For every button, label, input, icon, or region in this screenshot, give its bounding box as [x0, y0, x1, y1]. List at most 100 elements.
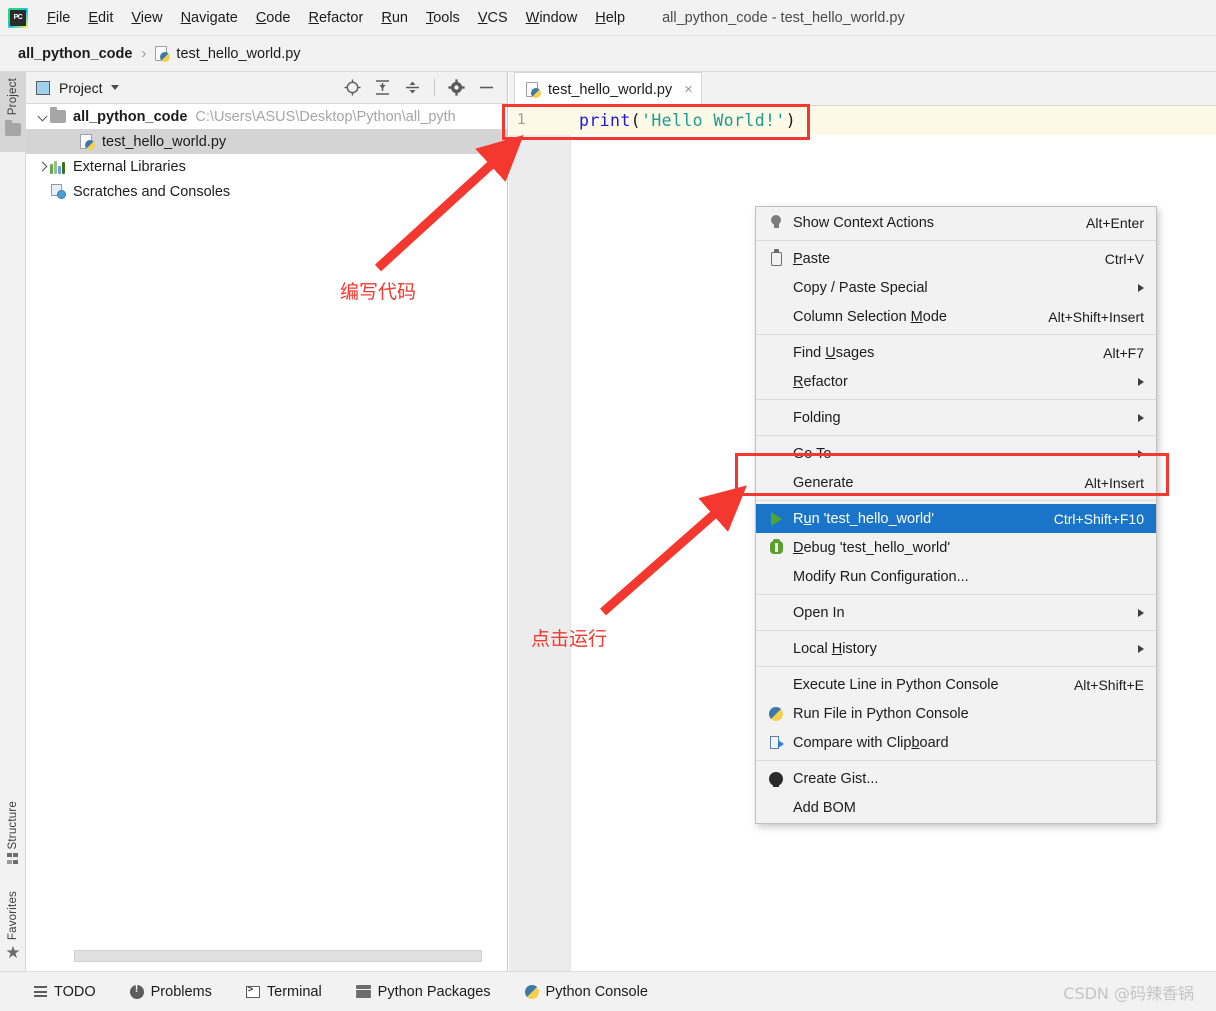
tree-row[interactable]: External Libraries: [26, 154, 507, 179]
close-icon[interactable]: ×: [684, 81, 693, 98]
chevron-down-icon[interactable]: [110, 85, 119, 90]
context-menu-item-folding[interactable]: Folding: [756, 403, 1156, 432]
context-menu-item-copy-paste-special[interactable]: Copy / Paste Special: [756, 273, 1156, 302]
context-menu-item-label: Open In: [793, 604, 845, 621]
star-icon: ★: [5, 943, 21, 963]
context-menu-item-shortcut: Alt+Enter: [1086, 214, 1144, 231]
breadcrumb-file[interactable]: test_hello_world.py: [155, 45, 301, 62]
editor-tab-test-hello-world[interactable]: test_hello_world.py ×: [514, 72, 702, 106]
bottom-tool-python-packages[interactable]: Python Packages: [355, 984, 491, 1000]
project-hscrollbar-thumb[interactable]: [74, 950, 482, 962]
gear-icon[interactable]: [448, 79, 465, 96]
bottom-tool-python-console[interactable]: Python Console: [524, 984, 648, 1000]
code-token-function: print: [579, 111, 631, 130]
context-menu-item-shortcut: Alt+Shift+E: [1073, 676, 1144, 693]
expand-all-icon[interactable]: [374, 79, 391, 96]
context-menu-item-shortcut: Ctrl+Shift+F10: [1053, 510, 1144, 527]
submenu-arrow-icon: [1138, 377, 1144, 386]
context-menu-item-go-to[interactable]: Go To: [756, 439, 1156, 468]
chevron-down-icon[interactable]: [34, 111, 50, 122]
tool-button-favorites[interactable]: Favorites ★: [0, 887, 26, 973]
context-menu-item-label: Generate: [793, 474, 854, 491]
context-menu-item-label: Create Gist...: [793, 770, 879, 787]
context-menu-item-label: Copy / Paste Special: [793, 279, 928, 296]
menu-item-edit[interactable]: Edit: [79, 7, 122, 29]
menu-item-vcs[interactable]: VCS: [469, 7, 517, 29]
code-line-1[interactable]: print('Hello World!'): [579, 106, 796, 135]
menu-item-code[interactable]: Code: [247, 7, 300, 29]
tree-row[interactable]: all_python_code C:\Users\ASUS\Desktop\Pyt…: [26, 104, 507, 129]
menu-item-navigate[interactable]: Navigate: [172, 7, 247, 29]
bottom-tool-todo[interactable]: TODO: [34, 984, 96, 1000]
menu-divider: [756, 630, 1156, 631]
menu-bar: FileEditViewNavigateCodeRefactorRunTools…: [0, 0, 1216, 36]
context-menu-item-refactor[interactable]: Refactor: [756, 367, 1156, 396]
menu-item-file[interactable]: File: [38, 7, 79, 29]
pycharm-window: FileEditViewNavigateCodeRefactorRunTools…: [0, 0, 1216, 1011]
code-token-open-paren: (: [630, 111, 642, 130]
context-menu-item-find-usages[interactable]: Find Usages Alt+F7: [756, 338, 1156, 367]
context-menu-item-local-history[interactable]: Local History: [756, 634, 1156, 663]
context-menu-item-modify-run-configuration[interactable]: Modify Run Configuration...: [756, 562, 1156, 591]
locate-icon[interactable]: [344, 79, 361, 96]
problems-icon: [129, 983, 144, 999]
menu-divider: [756, 594, 1156, 595]
tool-button-project[interactable]: Project: [0, 72, 26, 152]
bottom-tool-problems[interactable]: Problems: [129, 983, 212, 1000]
context-menu-item-execute-line-in-python-console[interactable]: Execute Line in Python Console Alt+Shift+…: [756, 670, 1156, 699]
context-menu-item-column-selection-mode[interactable]: Column Selection Mode Alt+Shift+Insert: [756, 302, 1156, 331]
context-menu-item-open-in[interactable]: Open In: [756, 598, 1156, 627]
context-menu-item-compare-with-clipboard[interactable]: Compare with Clipboard: [756, 728, 1156, 757]
context-menu-item-label: Local History: [793, 640, 877, 657]
context-menu-item-label: Execute Line in Python Console: [793, 676, 999, 693]
menu-divider: [756, 435, 1156, 436]
tool-button-structure[interactable]: Structure: [0, 797, 26, 875]
context-menu-item-create-gist[interactable]: Create Gist...: [756, 764, 1156, 793]
tree-row[interactable]: Scratches and Consoles: [26, 179, 507, 204]
line-number: 1: [517, 112, 526, 128]
context-menu-item-debug-test-hello-world[interactable]: Debug 'test_hello_world': [756, 533, 1156, 562]
context-menu-item-paste[interactable]: Paste Ctrl+V: [756, 244, 1156, 273]
debug-icon: [766, 538, 786, 554]
context-menu-item-shortcut: Ctrl+V: [1104, 250, 1144, 267]
context-menu-item-run-file-in-python-console[interactable]: Run File in Python Console: [756, 699, 1156, 728]
breadcrumb-project[interactable]: all_python_code: [18, 46, 132, 62]
project-tree: all_python_code C:\Users\ASUS\Desktop\Pyt…: [26, 104, 507, 204]
context-menu-item-label: Folding: [793, 409, 841, 426]
compare-icon: [769, 735, 784, 750]
context-menu-item-label: Go To: [793, 445, 832, 462]
context-menu-item-show-context-actions[interactable]: Show Context Actions Alt+Enter: [756, 208, 1156, 237]
context-menu-item-label: Column Selection Mode: [793, 308, 947, 325]
context-menu-item-label: Debug 'test_hello_world': [793, 539, 951, 556]
breadcrumb-separator: ›: [141, 45, 147, 62]
menu-item-tools[interactable]: Tools: [417, 7, 469, 29]
menu-item-window[interactable]: Window: [517, 7, 587, 29]
github-icon: [769, 771, 783, 787]
structure-icon: [6, 853, 20, 864]
editor-context-menu: Show Context Actions Alt+Enter Paste Ctrl+V…: [755, 206, 1157, 824]
menu-item-run[interactable]: Run: [372, 7, 417, 29]
menu-item-help[interactable]: Help: [586, 7, 634, 29]
context-menu-item-label: Paste: [793, 250, 831, 267]
todo-icon-wrap: [34, 986, 47, 997]
context-menu-item-generate[interactable]: Generate Alt+Insert: [756, 468, 1156, 497]
python-icon: [766, 706, 786, 721]
breadcrumb-file-label: test_hello_world.py: [176, 45, 301, 62]
annotation-click-run: 点击运行: [531, 628, 608, 650]
project-hscrollbar[interactable]: [26, 950, 507, 962]
chevron-right-icon[interactable]: [34, 161, 50, 172]
menu-item-refactor[interactable]: Refactor: [300, 7, 373, 29]
hide-panel-icon[interactable]: [478, 79, 495, 96]
folder-icon: [50, 107, 66, 123]
menu-divider: [756, 760, 1156, 761]
window-title: all_python_code - test_hello_world.py: [662, 9, 905, 26]
bottom-tool-label: Problems: [150, 983, 212, 1000]
pycharm-logo-icon: [8, 7, 28, 28]
collapse-all-icon[interactable]: [404, 79, 421, 96]
menu-item-view[interactable]: View: [122, 7, 171, 29]
watermark: CSDN @码辣香锅: [1063, 983, 1194, 1003]
context-menu-item-add-bom[interactable]: Add BOM: [756, 793, 1156, 822]
tree-row[interactable]: test_hello_world.py: [26, 129, 507, 154]
context-menu-item-run-test-hello-world[interactable]: Run 'test_hello_world' Ctrl+Shift+F10: [756, 504, 1156, 533]
bottom-tool-terminal[interactable]: Terminal: [245, 984, 322, 1000]
